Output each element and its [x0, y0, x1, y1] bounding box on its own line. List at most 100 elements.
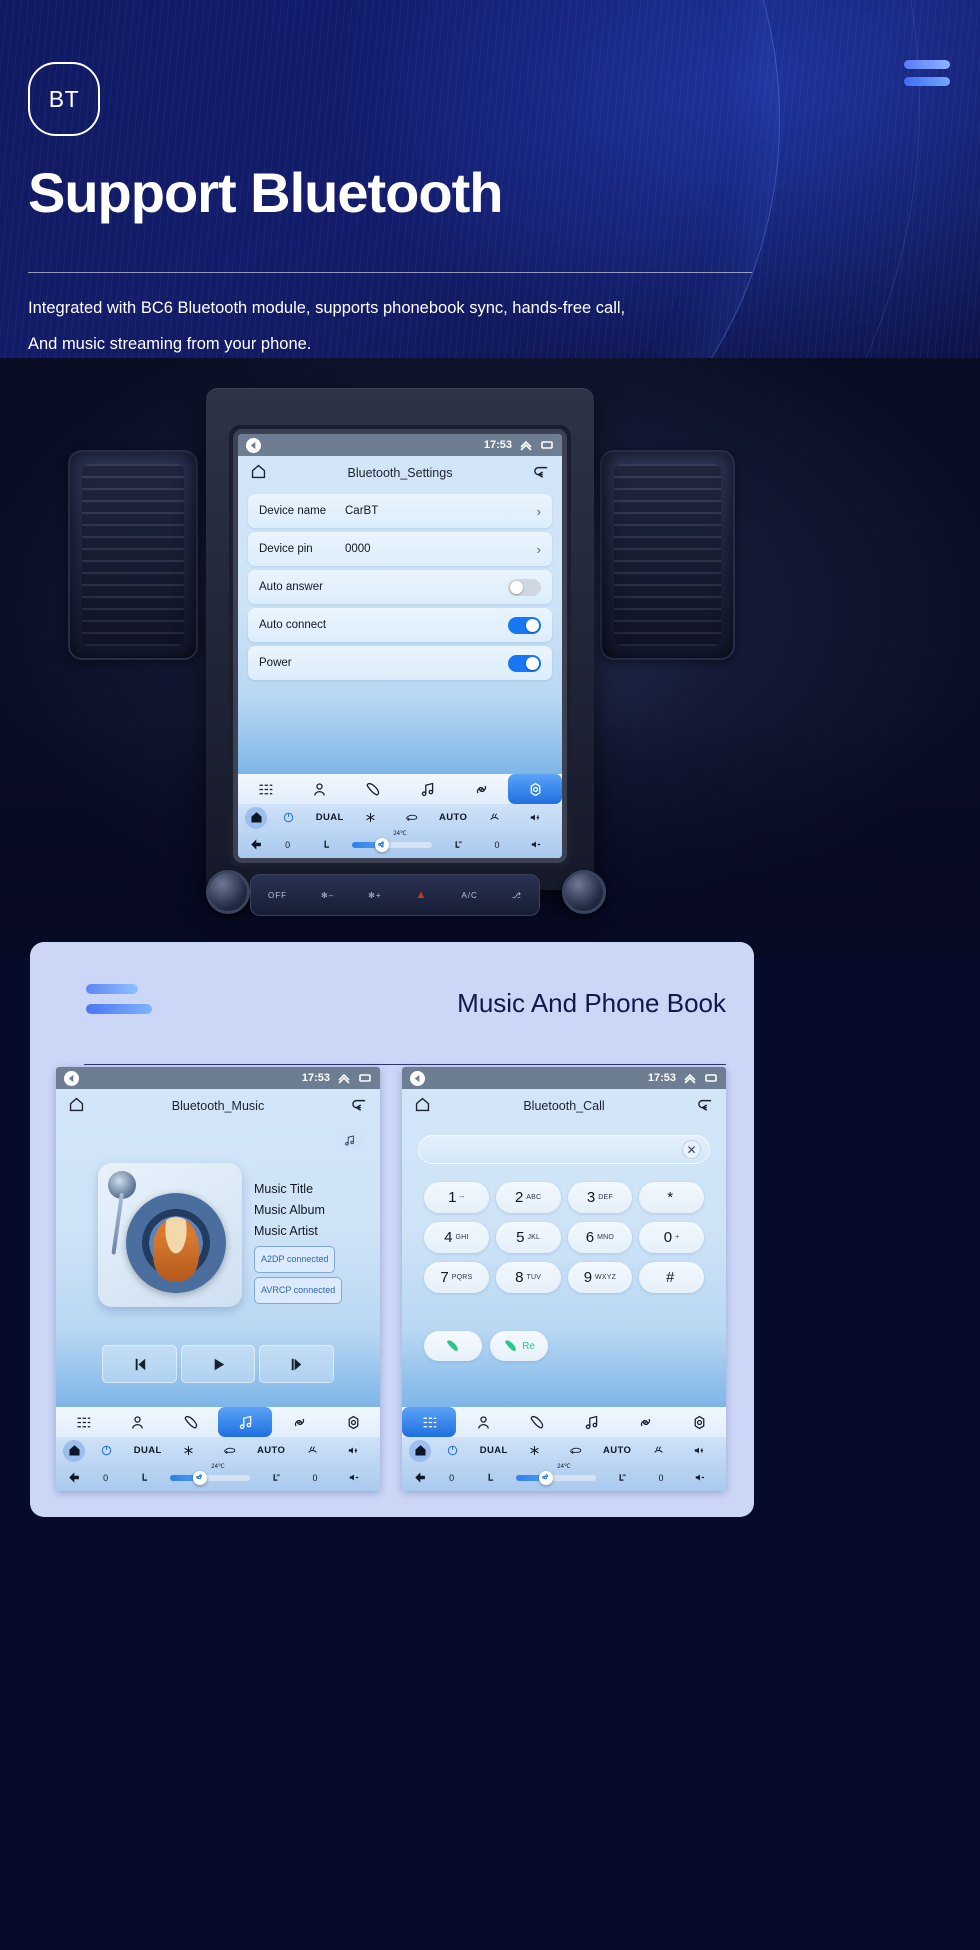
dock-item-link[interactable]: [272, 1407, 326, 1437]
volume-down-button[interactable]: [518, 838, 555, 851]
return-arrow-icon[interactable]: [696, 1098, 714, 1115]
climate-home-button[interactable]: [63, 1439, 85, 1462]
menu-icon[interactable]: [902, 60, 950, 86]
redial-button[interactable]: Re: [490, 1331, 548, 1361]
close-x-icon[interactable]: ✕: [682, 1140, 701, 1159]
hazard-button[interactable]: ▲: [416, 889, 428, 901]
chevron-right-icon[interactable]: ›: [537, 504, 541, 519]
climate-btn-ac[interactable]: A/C: [461, 891, 477, 900]
power-toggle[interactable]: [508, 654, 541, 672]
dialpad-key-3[interactable]: 3 DEF: [567, 1182, 633, 1213]
slider-knob[interactable]: [192, 1470, 207, 1485]
bluetooth-music-screen[interactable]: 17:53 Bluetooth_Music Music Title Music …: [56, 1067, 380, 1491]
climate-dual-button[interactable]: DUAL: [310, 812, 349, 823]
dialpad-key-5[interactable]: 5 JKL: [495, 1222, 561, 1253]
back-arrow-icon[interactable]: [246, 437, 261, 453]
next-track-button[interactable]: [259, 1345, 335, 1383]
dock-item-apps[interactable]: [402, 1407, 456, 1437]
dock-item-phone[interactable]: [164, 1407, 218, 1437]
climate-power-button[interactable]: [433, 1444, 472, 1457]
dialpad-key-4[interactable]: 4 GHI: [424, 1222, 489, 1253]
climate-ac-button[interactable]: [515, 1444, 554, 1457]
climate-btn-fan-down[interactable]: ✻–: [321, 891, 334, 900]
fan-speed-slider[interactable]: [166, 1470, 256, 1485]
climate-auto-button[interactable]: AUTO: [598, 1445, 637, 1456]
climate-knob-right[interactable]: [562, 870, 606, 914]
table-row[interactable]: Auto connect: [248, 608, 552, 642]
dialpad-key-7[interactable]: 7 PQRS: [424, 1262, 489, 1293]
music-source-badge[interactable]: [336, 1129, 362, 1151]
recents-icon[interactable]: [704, 1071, 718, 1085]
seat-heater-button[interactable]: [257, 1471, 294, 1484]
climate-power-button[interactable]: [87, 1444, 126, 1457]
climate-btn-fan-up[interactable]: ✻+: [368, 891, 381, 900]
return-arrow-icon[interactable]: [350, 1098, 368, 1115]
climate-ac-button[interactable]: [351, 811, 390, 824]
back-arrow-icon[interactable]: [64, 1070, 79, 1086]
dock-item-link[interactable]: [454, 774, 508, 804]
slider-knob[interactable]: [538, 1470, 553, 1485]
volume-down-button[interactable]: [336, 1471, 373, 1484]
auto-connect-toggle[interactable]: [508, 616, 541, 634]
dock-item-apps[interactable]: [238, 774, 292, 804]
climate-home-button[interactable]: [409, 1439, 431, 1462]
dock-item-music[interactable]: [218, 1407, 272, 1437]
climate-auto-button[interactable]: AUTO: [252, 1445, 291, 1456]
bluetooth-call-screen[interactable]: 17:53 Bluetooth_Call ✕ 1 -- 2 ABC 3 DEF * 4…: [402, 1067, 726, 1491]
call-button[interactable]: [424, 1331, 482, 1361]
dock-item-link[interactable]: [618, 1407, 672, 1437]
table-row[interactable]: Device pin 0000 ›: [248, 532, 552, 566]
dock-item-phone[interactable]: [346, 774, 400, 804]
chevron-right-icon[interactable]: ›: [537, 542, 541, 557]
dialpad-key-9[interactable]: 9 WXYZ: [567, 1262, 633, 1293]
dock-item-contacts[interactable]: [456, 1407, 510, 1437]
volume-up-button[interactable]: [334, 1444, 373, 1457]
previous-track-button[interactable]: [102, 1345, 177, 1383]
dock-item-phone[interactable]: [510, 1407, 564, 1437]
dock-item-music[interactable]: [564, 1407, 618, 1437]
slider-knob[interactable]: [374, 837, 389, 852]
recents-icon[interactable]: [540, 438, 554, 452]
climate-dual-button[interactable]: DUAL: [474, 1445, 513, 1456]
climate-defrost-button[interactable]: [475, 811, 514, 824]
dialpad-key-6[interactable]: 6 MNO: [567, 1222, 633, 1253]
dock-item-apps[interactable]: [56, 1407, 110, 1437]
phone-number-input[interactable]: ✕: [418, 1135, 710, 1164]
climate-recirculate-button[interactable]: [556, 1444, 595, 1457]
head-unit-screen-settings[interactable]: 17:53 Bluetooth_Settings Device name Car…: [238, 434, 562, 858]
climate-dual-button[interactable]: DUAL: [128, 1445, 167, 1456]
dialpad-key-1[interactable]: 1 --: [424, 1182, 489, 1213]
climate-btn-off[interactable]: OFF: [268, 891, 287, 900]
climate-power-button[interactable]: [269, 811, 308, 824]
dock-item-music[interactable]: [400, 774, 454, 804]
chevron-up-icon[interactable]: [337, 1071, 351, 1085]
volume-down-button[interactable]: [682, 1471, 719, 1484]
back-arrow-icon[interactable]: [410, 1070, 425, 1086]
table-row[interactable]: Device name CarBT ›: [248, 494, 552, 528]
climate-auto-button[interactable]: AUTO: [434, 812, 473, 823]
climate-defrost-button[interactable]: [293, 1444, 332, 1457]
dialpad-key-hash[interactable]: #: [639, 1262, 704, 1293]
dialpad-key-0[interactable]: 0 +: [639, 1222, 704, 1253]
table-row[interactable]: Power: [248, 646, 552, 680]
seat-heater-button[interactable]: [439, 838, 476, 851]
dock-item-contacts[interactable]: [110, 1407, 164, 1437]
dialpad-key-star[interactable]: *: [639, 1182, 704, 1213]
dock-item-settings[interactable]: [508, 774, 562, 804]
fan-speed-slider[interactable]: [348, 837, 438, 852]
table-row[interactable]: Auto answer: [248, 570, 552, 604]
slider-track[interactable]: [170, 1470, 251, 1485]
dock-item-contacts[interactable]: [292, 774, 346, 804]
seat-heater-button[interactable]: [603, 1471, 640, 1484]
chevron-up-icon[interactable]: [683, 1071, 697, 1085]
fan-speed-slider[interactable]: [512, 1470, 602, 1485]
climate-recirculate-button[interactable]: [392, 811, 431, 824]
dialpad-key-8[interactable]: 8 TUV: [495, 1262, 561, 1293]
climate-btn-defrost[interactable]: ⎇: [512, 891, 522, 900]
chevron-up-icon[interactable]: [519, 438, 533, 452]
slider-track[interactable]: [516, 1470, 597, 1485]
volume-up-button[interactable]: [680, 1444, 719, 1457]
return-arrow-icon[interactable]: [532, 465, 550, 482]
climate-home-button[interactable]: [245, 806, 267, 829]
dock-item-settings[interactable]: [672, 1407, 726, 1437]
